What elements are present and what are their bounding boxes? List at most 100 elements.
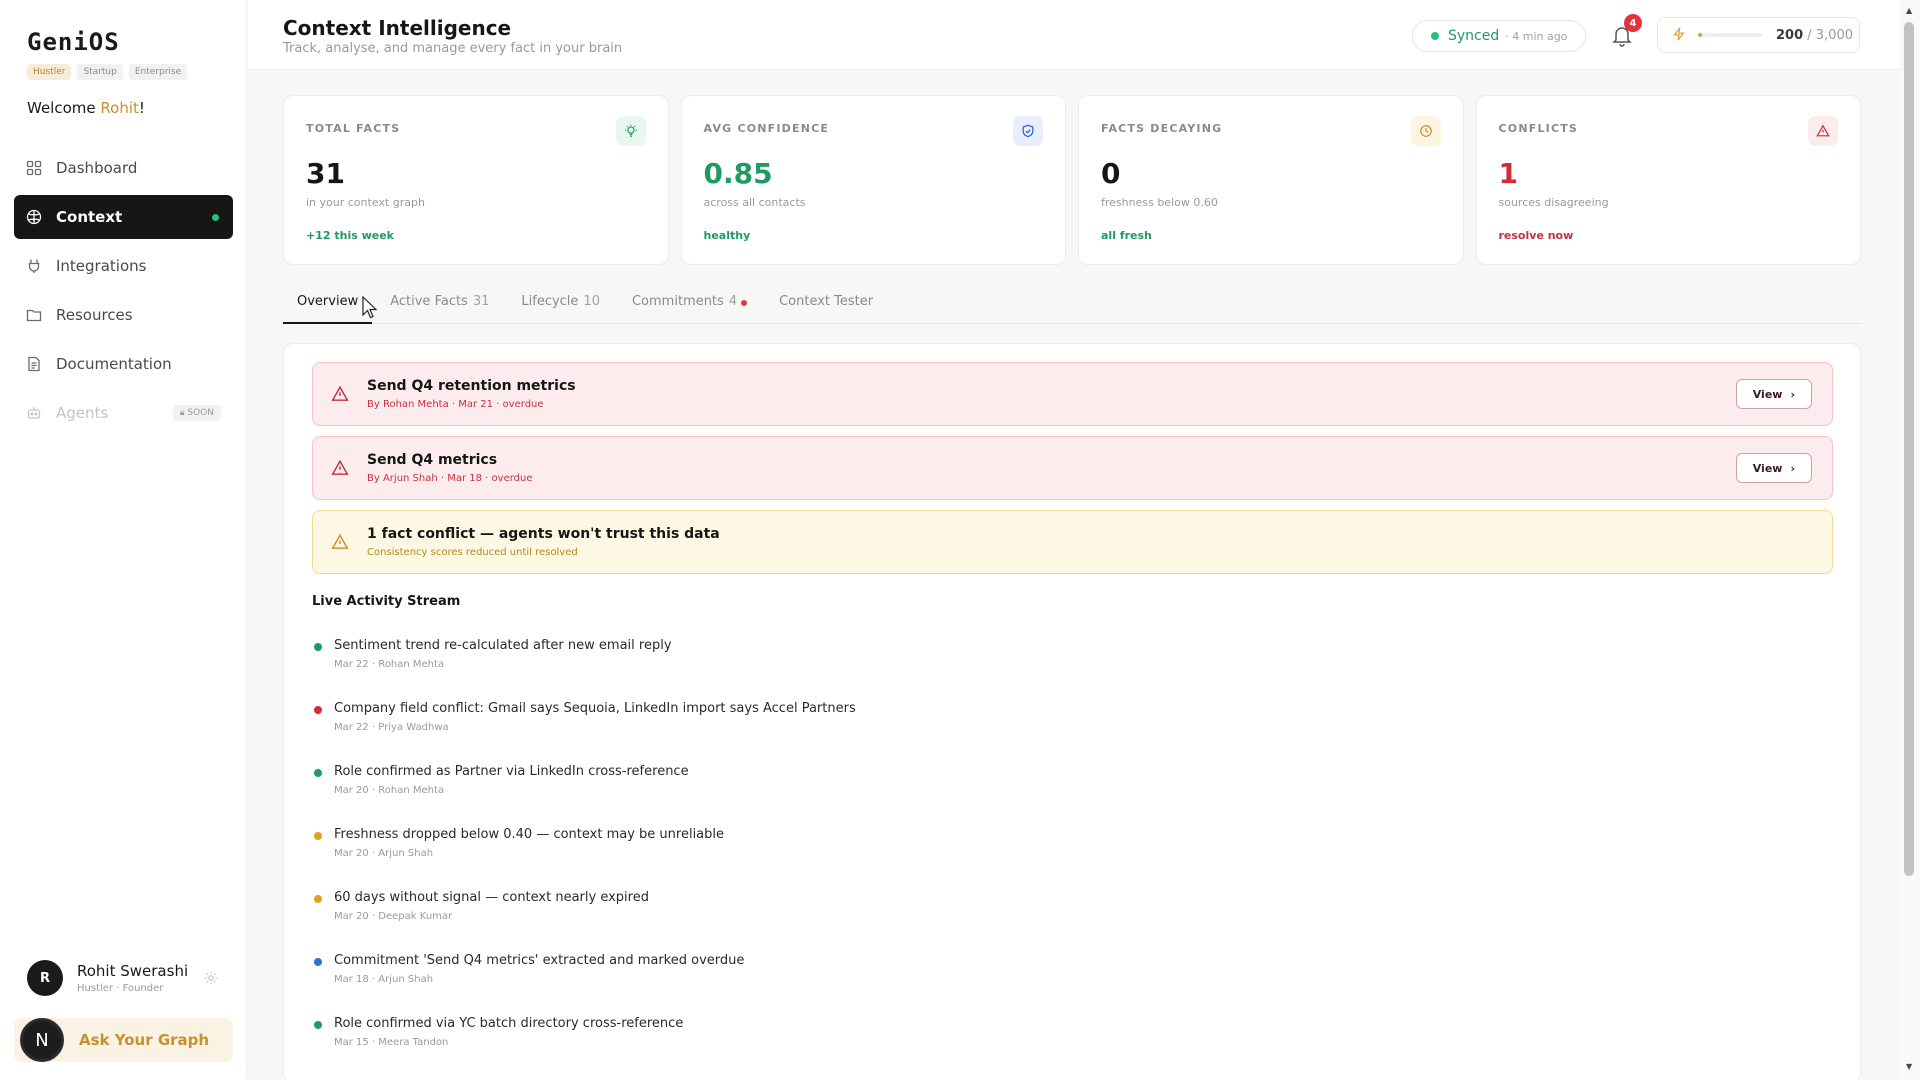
- activity-meta: Mar 20 · Arjun Shah: [334, 848, 434, 859]
- activity-stream: Sentiment trend re-calculated after new …: [312, 638, 856, 1079]
- plan-badge-enterprise[interactable]: Enterprise: [128, 64, 188, 80]
- sidebar-item-agents: Agents 🔒︎ SOON: [14, 391, 233, 435]
- view-button[interactable]: View ›: [1735, 453, 1812, 483]
- view-button[interactable]: View ›: [1735, 379, 1812, 409]
- credits-text: 200 / 3,000: [1776, 27, 1854, 43]
- alert-title: Send Q4 retention metrics: [367, 378, 576, 394]
- stat-value: 31: [306, 157, 345, 190]
- folder-icon: [26, 307, 42, 323]
- scrollbar-thumb[interactable]: [1904, 22, 1914, 876]
- sidebar-item-resources[interactable]: Resources: [14, 293, 233, 337]
- app-logo[interactable]: GeniOS: [27, 28, 120, 56]
- sidebar-item-dashboard[interactable]: Dashboard: [14, 146, 233, 190]
- brain-icon: [26, 209, 42, 225]
- activity-meta: Mar 22 · Priya Wadhwa: [334, 722, 449, 733]
- alert-subtitle: By Rohan Mehta · Mar 21 · overdue: [367, 399, 544, 410]
- alert-title: 1 fact conflict — agents won't trust thi…: [367, 526, 720, 542]
- list-item: Commitment 'Send Q4 metrics' extracted a…: [312, 953, 856, 1016]
- fact-conflict-alert[interactable]: 1 fact conflict — agents won't trust thi…: [312, 510, 1833, 574]
- status-dot: [314, 895, 322, 903]
- plan-badge-startup[interactable]: Startup: [77, 64, 123, 80]
- sidebar-item-integrations[interactable]: Integrations: [14, 244, 233, 288]
- resolve-now-link[interactable]: resolve now: [1499, 229, 1839, 242]
- sync-status[interactable]: Synced · 4 min ago: [1412, 20, 1587, 52]
- tab-count: 31: [472, 294, 490, 309]
- chevron-right-icon: ›: [1790, 461, 1795, 475]
- tab-context-tester[interactable]: Context Tester: [765, 288, 887, 324]
- page-header: Context Intelligence Track, analyse, and…: [248, 0, 1900, 70]
- stat-card-conflicts: CONFLICTS 1 sources disagreeing resolve …: [1475, 95, 1861, 265]
- shield-icon: [1013, 116, 1043, 146]
- activity-text: Role confirmed via YC batch directory cr…: [334, 1016, 684, 1031]
- scroll-down-arrow-icon[interactable]: ▼: [1906, 1062, 1912, 1071]
- list-item: Company field conflict: Gmail says Sequo…: [312, 701, 856, 764]
- user-profile[interactable]: R Rohit Swerashi Hustler · Founder: [27, 960, 188, 996]
- avatar: R: [27, 960, 63, 996]
- warning-icon: [331, 459, 349, 477]
- ask-your-graph-button[interactable]: N Ask Your Graph: [14, 1018, 233, 1062]
- activity-text: Sentiment trend re-calculated after new …: [334, 638, 672, 653]
- tab-commitments[interactable]: Commitments 4: [618, 288, 761, 324]
- stat-trend: all fresh: [1101, 229, 1152, 242]
- activity-meta: Mar 20 · Rohan Mehta: [334, 785, 445, 796]
- ask-your-graph-label: Ask Your Graph: [79, 1031, 210, 1049]
- activity-text: 60 days without signal — context nearly …: [334, 890, 649, 905]
- notification-count-badge: 4: [1624, 14, 1642, 32]
- status-dot: [314, 958, 322, 966]
- stats-row: TOTAL FACTS 31 in your context graph +12…: [283, 95, 1861, 265]
- alert-title: Send Q4 metrics: [367, 452, 498, 468]
- status-dot: [314, 769, 322, 777]
- sidebar-item-documentation[interactable]: Documentation: [14, 342, 233, 386]
- credits-progress-bar: [1698, 33, 1762, 37]
- sidebar-item-label: Agents: [56, 404, 109, 422]
- context-tabs: Overview Active Facts 31 Lifecycle 10 Comm…: [283, 288, 1861, 324]
- sidebar-item-label: Integrations: [56, 257, 147, 275]
- mouse-cursor-icon: [362, 295, 378, 324]
- tab-count: 10: [583, 294, 600, 309]
- activity-stream-title: Live Activity Stream: [312, 594, 461, 609]
- activity-meta: Mar 22 · Rohan Mehta: [334, 659, 445, 670]
- gear-icon[interactable]: [204, 970, 218, 989]
- stat-card-facts-decaying: FACTS DECAYING 0 freshness below 0.60 al…: [1078, 95, 1464, 265]
- sidebar-item-label: Context: [56, 208, 123, 226]
- sidebar: GeniOS Hustler Startup Enterprise Welcom…: [0, 0, 247, 1080]
- clock-icon: [1410, 116, 1441, 146]
- list-item: Role confirmed as Partner via LinkedIn c…: [312, 764, 856, 827]
- tab-count: 4: [728, 294, 738, 309]
- alert-dot: [741, 300, 748, 306]
- sidebar-item-context[interactable]: Context: [14, 195, 233, 239]
- plug-icon: [26, 258, 42, 274]
- stat-subtext: in your context graph: [306, 196, 425, 209]
- tab-active-facts[interactable]: Active Facts 31: [376, 288, 503, 324]
- scroll-up-arrow-icon[interactable]: ▲: [1906, 6, 1912, 15]
- welcome-message: Welcome Rohit!: [27, 99, 145, 117]
- document-icon: [26, 356, 42, 372]
- alert-subtitle: Consistency scores reduced until resolve…: [367, 547, 578, 558]
- stat-value: 0: [1101, 157, 1121, 190]
- plan-badge-hustler[interactable]: Hustler: [27, 64, 72, 80]
- stat-card-total-facts: TOTAL FACTS 31 in your context graph +12…: [283, 95, 669, 265]
- overdue-commitment-alert: Send Q4 metrics By Arjun Shah · Mar 18 ·…: [312, 436, 1833, 500]
- list-item: Role confirmed via YC batch directory cr…: [312, 1016, 856, 1079]
- warning-icon: [1808, 116, 1838, 146]
- tab-lifecycle[interactable]: Lifecycle 10: [507, 288, 614, 324]
- sidebar-item-label: Resources: [56, 306, 133, 324]
- status-dot: [314, 1021, 322, 1029]
- overdue-commitment-alert: Send Q4 retention metrics By Rohan Mehta…: [312, 362, 1833, 426]
- sidebar-item-label: Documentation: [56, 355, 172, 373]
- warning-icon: [331, 533, 349, 551]
- status-dot: [314, 832, 322, 840]
- chevron-right-icon: ›: [1790, 387, 1795, 401]
- user-role: Hustler · Founder: [77, 983, 164, 994]
- stat-subtext: sources disagreeing: [1498, 196, 1609, 209]
- stat-value: 1: [1498, 157, 1518, 190]
- soon-badge: 🔒︎ SOON: [172, 405, 221, 421]
- lightning-icon: [1672, 26, 1686, 45]
- activity-meta: Mar 18 · Arjun Shah: [334, 974, 434, 985]
- grid-icon: [26, 160, 42, 176]
- sync-time: · 4 min ago: [1505, 29, 1568, 43]
- tab-overview[interactable]: Overview: [283, 288, 373, 324]
- credits-meter[interactable]: 200 / 3,000: [1657, 17, 1860, 53]
- activity-text: Freshness dropped below 0.40 — context m…: [334, 827, 725, 842]
- lock-icon: 🔒︎: [179, 408, 185, 418]
